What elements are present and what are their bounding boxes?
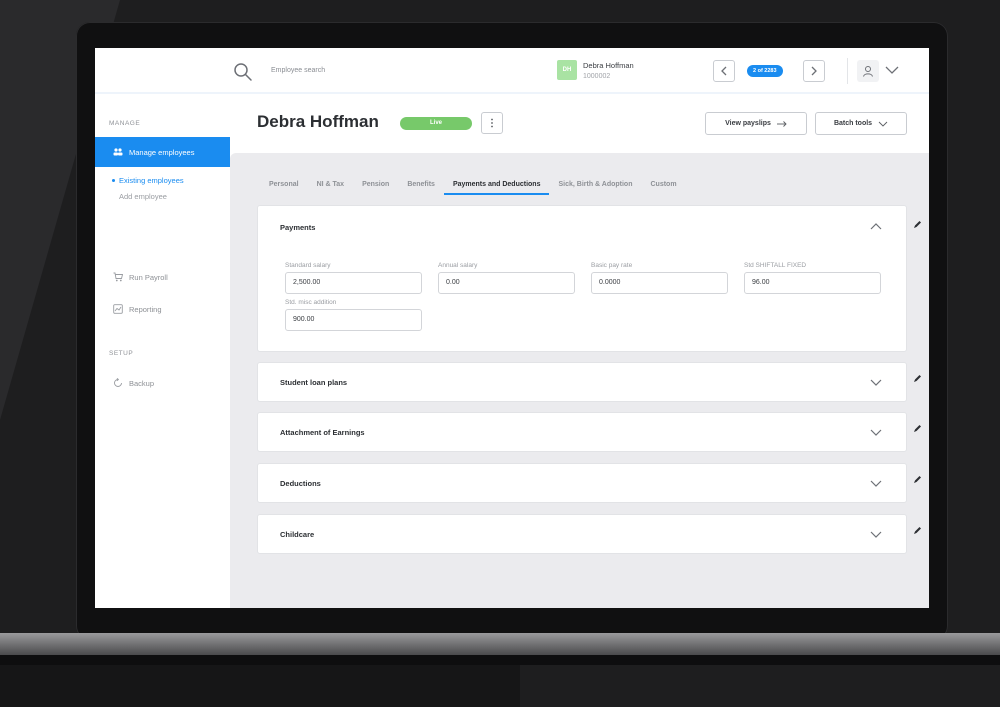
tab-bar: Personal NI & Tax Pension Benefits Payme… [260,175,686,195]
cart-icon [113,272,123,282]
tab-benefits[interactable]: Benefits [398,175,444,195]
edit-icon[interactable] [913,374,922,383]
app-screen: Employee search DH Debra Hoffman 1000002… [95,48,929,608]
sidebar-subitem-add-employee[interactable]: Add employee [119,192,167,201]
report-icon [113,304,123,314]
previous-employee-button[interactable] [713,60,735,82]
chevron-down-icon[interactable] [870,429,882,437]
edit-icon[interactable] [913,526,922,535]
search-icon[interactable] [233,62,253,82]
chevron-right-icon [811,66,817,76]
std-misc-addition-input[interactable]: 900.00 [285,309,422,331]
sidebar-section-setup: SETUP [109,350,134,357]
sidebar-item-backup[interactable]: Backup [95,368,230,398]
attachment-of-earnings-panel[interactable]: Attachment of Earnings [257,412,907,452]
sidebar-item-label: Backup [129,378,155,388]
basic-pay-rate-input[interactable]: 0.0000 [591,272,728,294]
sidebar-item-run-payroll[interactable]: Run Payroll [95,262,230,292]
sidebar-item-manage-employees[interactable]: Manage employees [95,137,230,167]
sidebar-item-reporting[interactable]: Reporting [95,294,230,324]
top-bar: Employee search DH Debra Hoffman 1000002… [95,48,929,94]
field-label: Basic pay rate [591,262,633,269]
chevron-down-icon[interactable] [870,379,882,387]
user-icon [863,66,873,77]
edit-icon[interactable] [913,220,922,229]
header-divider [847,58,848,84]
field-label: Std SHIFTALL FIXED [744,262,807,269]
view-payslips-label: View payslips [725,120,771,127]
field-label: Standard salary [285,262,331,269]
sidebar: MANAGE Manage employees Existing employe… [95,94,230,608]
sidebar-section-manage: MANAGE [109,120,141,127]
sidebar-item-label: Run Payroll [129,272,168,282]
status-badge: Live [400,117,472,130]
std-shiftall-fixed-input[interactable]: 96.00 [744,272,881,294]
chevron-down-icon [878,121,888,127]
childcare-panel[interactable]: Childcare [257,514,907,554]
user-menu-button[interactable] [857,60,879,82]
field-label: Annual salary [438,262,478,269]
content-area: Personal NI & Tax Pension Benefits Payme… [230,153,929,608]
chevron-down-icon[interactable] [870,531,882,539]
tab-sick-birth-adoption[interactable]: Sick, Birth & Adoption [549,175,641,195]
chevron-down-icon[interactable] [885,65,899,75]
arrow-right-icon [776,120,787,127]
tab-ni-tax[interactable]: NI & Tax [308,175,354,195]
panel-title: Deductions [280,479,321,488]
field-label: Std. misc addition [285,299,337,306]
sidebar-item-label: Manage employees [129,147,195,157]
sidebar-item-label: Reporting [129,304,162,314]
sidebar-subitem-existing-employees[interactable]: Existing employees [112,176,184,185]
panel-title: Payments [280,223,316,232]
laptop-base [0,633,1000,655]
backup-icon [114,378,122,387]
tab-payments-and-deductions[interactable]: Payments and Deductions [443,175,550,195]
panel-title: Attachment of Earnings [280,428,365,437]
search-input[interactable]: Employee search [271,67,325,74]
student-loan-panel[interactable]: Student loan plans [257,362,907,402]
chevron-left-icon [721,66,727,76]
batch-tools-button[interactable]: Batch tools [815,112,907,135]
standard-salary-input[interactable]: 2,500.00 [285,272,422,294]
more-vertical-icon [491,118,493,128]
batch-tools-label: Batch tools [833,120,873,127]
edit-icon[interactable] [913,424,922,433]
employee-avatar: DH [557,60,577,80]
tab-custom[interactable]: Custom [642,175,686,195]
annual-salary-input[interactable]: 0.00 [438,272,575,294]
panel-title: Student loan plans [280,378,348,387]
employee-counter-badge: 2 of 2283 [747,65,783,77]
view-payslips-button[interactable]: View payslips [705,112,807,135]
tab-personal[interactable]: Personal [260,175,308,195]
chevron-down-icon[interactable] [870,480,882,488]
panel-title: Childcare [280,530,315,539]
payments-panel: Payments Standard salary 2,500.00 Annual… [257,205,907,352]
chevron-up-icon[interactable] [870,222,882,230]
edit-icon[interactable] [913,475,922,484]
page-title: Debra Hoffman [257,112,379,131]
laptop-base-shadow [0,655,1000,665]
people-icon [113,148,123,156]
employee-name: Debra Hoffman [583,61,634,70]
deductions-panel[interactable]: Deductions [257,463,907,503]
tab-pension[interactable]: Pension [353,175,398,195]
next-employee-button[interactable] [803,60,825,82]
more-options-button[interactable] [481,112,503,134]
employee-id: 1000002 [583,73,611,80]
